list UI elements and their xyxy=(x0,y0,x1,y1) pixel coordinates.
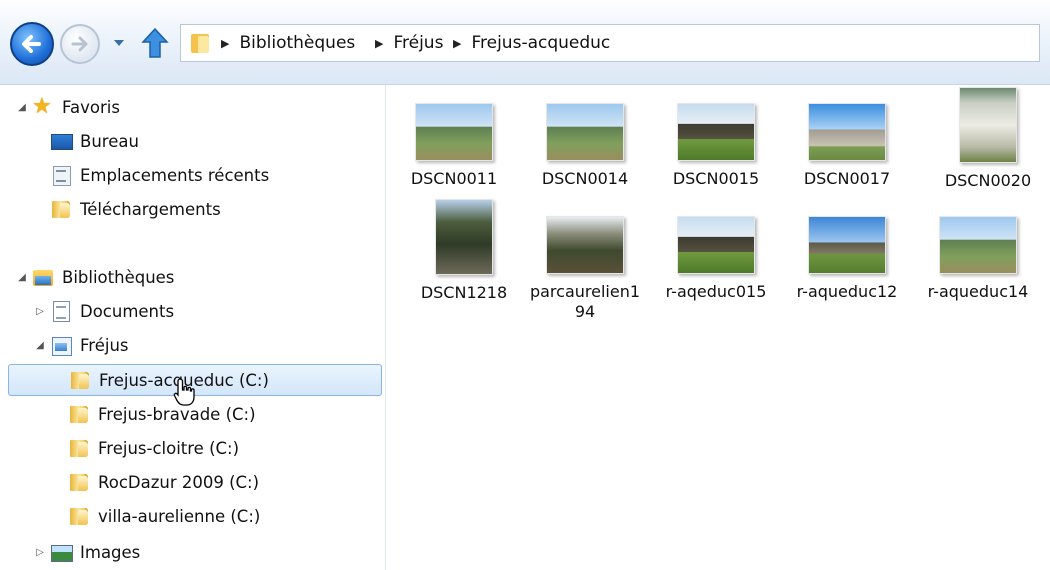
tree-item-frejus[interactable]: ◢ Fréjus xyxy=(34,330,129,360)
tree-item-downloads[interactable]: Téléchargements xyxy=(50,194,221,224)
documents-icon xyxy=(50,301,72,322)
file-item[interactable]: r-aqueduc12 xyxy=(787,201,907,302)
folder-icon xyxy=(69,370,91,390)
star-icon: ★ xyxy=(32,94,52,119)
image-thumbnail xyxy=(546,216,624,274)
breadcrumb-label: Frejus-acqueduc xyxy=(471,33,611,53)
tree-item-label: Images xyxy=(80,542,141,562)
tree-item-label: RocDazur 2009 (C:) xyxy=(98,472,260,492)
breadcrumb-libraries[interactable]: ▶ Bibliothèques xyxy=(221,33,355,53)
breadcrumb-arrow-icon: ▶ xyxy=(221,36,230,50)
folder-icon xyxy=(50,199,72,219)
file-item[interactable]: DSCN1218 xyxy=(404,199,524,303)
desktop-icon xyxy=(50,131,73,151)
image-thumbnail xyxy=(546,103,624,161)
tree-item-label: Documents xyxy=(80,301,175,321)
file-name: r-aqueduc14 xyxy=(927,282,1029,301)
image-thumbnail xyxy=(415,103,493,161)
file-item[interactable]: DSCN0011 xyxy=(394,103,514,189)
tree-item-label: Bibliothèques xyxy=(62,267,175,287)
file-name: DSCN0020 xyxy=(944,171,1032,190)
breadcrumb-label: Fréjus xyxy=(393,33,444,53)
file-item[interactable]: DSCN0020 xyxy=(928,87,1048,191)
hand-cursor-icon xyxy=(173,378,195,406)
folder-icon xyxy=(68,472,90,492)
file-name: DSCN0015 xyxy=(672,169,760,188)
tree-item-frejus-bravade[interactable]: Frejus-bravade (C:) xyxy=(68,399,256,429)
breadcrumb-frejus[interactable]: ▶ Fréjus xyxy=(375,33,443,53)
image-thumbnail xyxy=(808,216,886,274)
tree-item-label: villa-aurelienne (C:) xyxy=(98,506,261,526)
tree-item-label: Bureau xyxy=(80,131,139,151)
tree-item-label: Frejus-bravade (C:) xyxy=(98,404,256,424)
tree-item-recent-places[interactable]: Emplacements récents xyxy=(50,160,269,190)
folder-icon xyxy=(68,506,90,526)
collapsed-triangle-icon[interactable]: ▷ xyxy=(34,306,46,317)
file-name: r-aqueduc12 xyxy=(796,282,898,301)
tree-item-label: Favoris xyxy=(62,97,120,117)
image-thumbnail xyxy=(939,216,1017,274)
library-folder-icon xyxy=(50,335,72,356)
image-thumbnail xyxy=(808,103,886,161)
navigation-bar: ▶ Bibliothèques ▶ Fréjus ▶ Frejus-acqued… xyxy=(0,0,1050,85)
file-item[interactable]: r-aqeduc015 xyxy=(656,201,776,302)
file-item[interactable]: DSCN0014 xyxy=(525,103,645,189)
tree-item-documents[interactable]: ▷ Documents xyxy=(34,296,174,326)
back-button[interactable] xyxy=(10,22,54,66)
tree-item-villa-aurelienne[interactable]: villa-aurelienne (C:) xyxy=(68,501,260,531)
tree-item-images[interactable]: ▷ Images xyxy=(34,537,140,567)
expanded-triangle-icon[interactable]: ◢ xyxy=(16,272,28,283)
file-name: parcaurelien194 xyxy=(529,282,641,321)
file-name: DSCN0017 xyxy=(803,169,891,188)
image-thumbnail xyxy=(959,87,1017,163)
expanded-triangle-icon[interactable]: ◢ xyxy=(16,102,28,113)
folder-icon xyxy=(191,34,209,53)
file-name: DSCN0014 xyxy=(541,169,629,188)
chevron-down-icon[interactable] xyxy=(112,36,126,50)
tree-item-libraries[interactable]: ◢ Bibliothèques xyxy=(16,262,174,292)
tree-item-bureau[interactable]: Bureau xyxy=(50,126,139,156)
tree-item-label: Emplacements récents xyxy=(80,165,270,185)
tree-item-label: Téléchargements xyxy=(80,199,221,219)
forward-button[interactable] xyxy=(60,24,100,64)
image-thumbnail xyxy=(677,103,755,161)
tree-item-favorites[interactable]: ◢ ★ Favoris xyxy=(16,92,120,122)
tree-item-label: Fréjus xyxy=(80,335,129,355)
image-thumbnail xyxy=(435,199,493,275)
libraries-icon xyxy=(32,267,54,287)
file-item[interactable]: r-aqueduc14 xyxy=(918,201,1038,302)
images-icon xyxy=(50,542,73,562)
tree-item-label: Frejus-cloitre (C:) xyxy=(98,438,240,458)
file-view: DSCN0011 DSCN0014 DSCN0015 DSCN0017 DSCN0020… xyxy=(386,85,1050,570)
folder-icon xyxy=(68,438,90,458)
file-name: r-aqeduc015 xyxy=(665,282,767,301)
file-item[interactable]: DSCN0017 xyxy=(787,103,907,189)
breadcrumb-label: Bibliothèques xyxy=(239,33,356,53)
collapsed-triangle-icon[interactable]: ▷ xyxy=(34,547,46,558)
navigation-pane: ◢ ★ Favoris Bureau Emplacements récents … xyxy=(0,85,386,570)
tree-item-rocdazur[interactable]: RocDazur 2009 (C:) xyxy=(68,467,259,497)
address-bar[interactable]: ▶ Bibliothèques ▶ Fréjus ▶ Frejus-acqued… xyxy=(180,24,1040,62)
tree-item-frejus-cloitre[interactable]: Frejus-cloitre (C:) xyxy=(68,433,239,463)
file-item[interactable]: parcaurelien194 xyxy=(525,201,645,322)
file-item[interactable]: DSCN0015 xyxy=(656,103,776,189)
folder-icon xyxy=(68,404,90,424)
recent-places-icon xyxy=(50,165,72,186)
file-name: DSCN0011 xyxy=(410,169,498,188)
breadcrumb-arrow-icon: ▶ xyxy=(453,36,462,50)
expanded-triangle-icon[interactable]: ◢ xyxy=(34,340,46,351)
up-arrow-icon[interactable] xyxy=(140,26,170,60)
back-arrow-icon xyxy=(22,35,41,53)
breadcrumb-arrow-icon: ▶ xyxy=(375,36,384,50)
breadcrumb-frejus-acqueduc[interactable]: ▶ Frejus-acqueduc xyxy=(453,33,610,53)
forward-arrow-icon xyxy=(71,36,88,52)
file-name: DSCN1218 xyxy=(420,283,508,302)
image-thumbnail xyxy=(677,216,755,274)
